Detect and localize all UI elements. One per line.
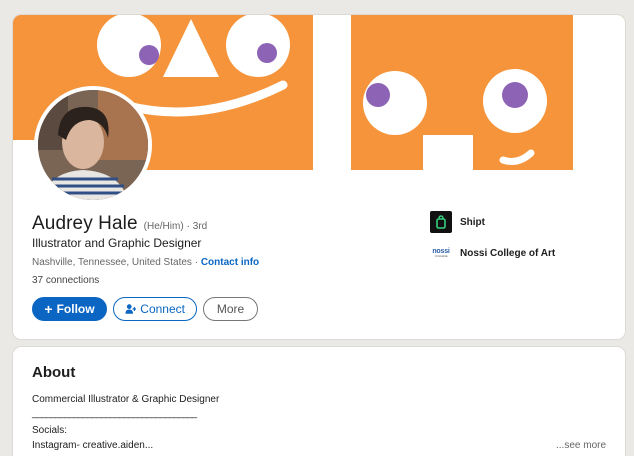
profile-avatar[interactable] (34, 86, 152, 204)
contact-info-link[interactable]: Contact info (201, 257, 259, 268)
profile-pronouns: (He/Him) (143, 221, 184, 232)
profile-name: Audrey Hale (32, 213, 138, 234)
connections-count[interactable]: 37 connections (32, 275, 99, 286)
profile-headline: Illustrator and Graphic Designer (32, 236, 202, 250)
location-row: Nashville, Tennessee, United States · Co… (32, 257, 259, 268)
connection-degree: · 3rd (186, 221, 208, 232)
connect-button[interactable]: Connect (113, 297, 197, 321)
more-label: More (216, 302, 245, 316)
affiliation-shipt[interactable]: Shipt (430, 211, 485, 233)
follow-label: Follow (56, 302, 95, 316)
profile-actions: + Follow Connect More (32, 297, 258, 321)
follow-button[interactable]: + Follow (32, 297, 107, 321)
about-card: About Commercial Illustrator & Graphic D… (13, 347, 625, 456)
shipt-logo-icon (430, 211, 452, 233)
affiliation-nossi[interactable]: nossi COLLEGE Nossi College of Art (430, 242, 555, 264)
profile-name-row: Audrey Hale (He/Him) · 3rd (32, 213, 207, 235)
profile-card: Audrey Hale (He/Him) · 3rd Illustrator a… (13, 15, 625, 339)
affiliation-name: Nossi College of Art (460, 247, 556, 259)
nossi-logo-icon: nossi COLLEGE (430, 242, 452, 264)
affiliation-name: Shipt (460, 216, 485, 228)
add-person-icon (125, 304, 137, 314)
more-button[interactable]: More (203, 297, 258, 321)
profile-location: Nashville, Tennessee, United States (32, 257, 192, 268)
about-divider-line: ____________________________________ (32, 408, 197, 419)
see-more-link[interactable]: ...see more (556, 440, 606, 451)
about-text-line: Socials: (32, 425, 68, 436)
about-text-line: Instagram- creative.aiden... (32, 440, 154, 451)
shopping-bag-icon (436, 215, 446, 229)
location-separator: · (194, 257, 199, 268)
nossi-logo-subtext: COLLEGE (434, 254, 448, 258)
about-title: About (32, 364, 76, 381)
connect-label: Connect (140, 302, 185, 316)
about-text-line: Commercial Illustrator & Graphic Designe… (32, 394, 220, 405)
plus-icon: + (44, 301, 53, 317)
avatar-photo (38, 90, 148, 200)
